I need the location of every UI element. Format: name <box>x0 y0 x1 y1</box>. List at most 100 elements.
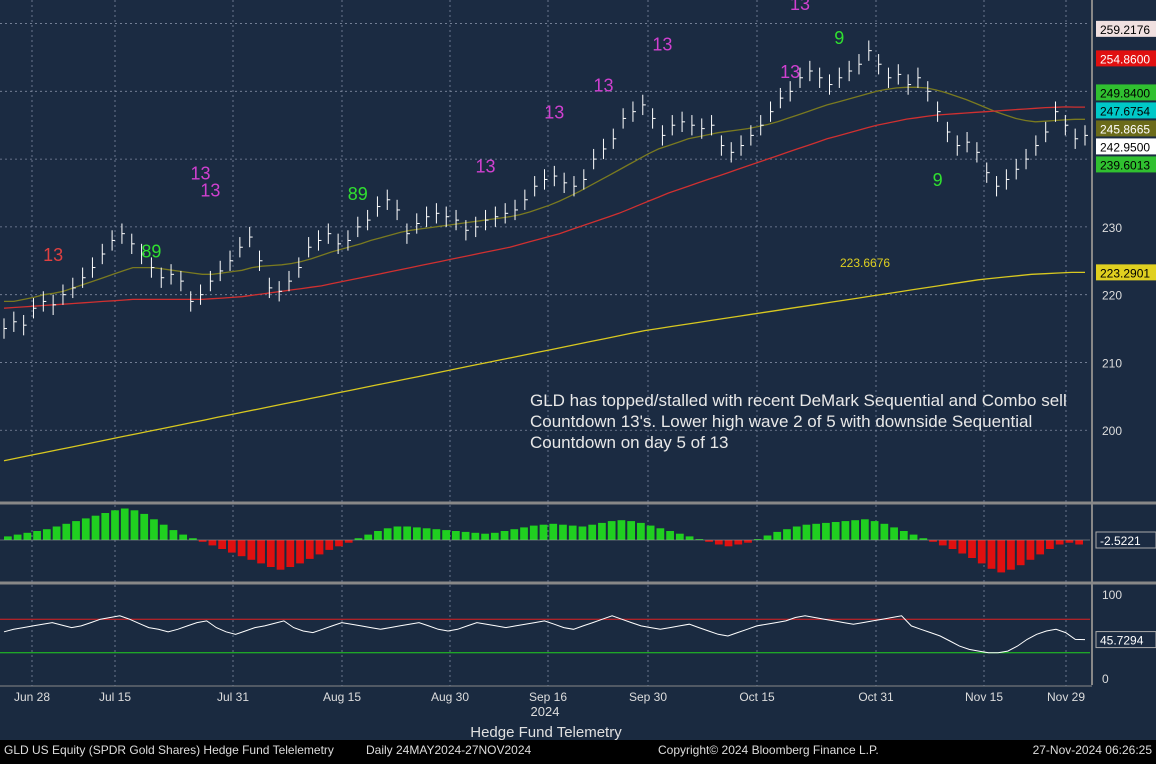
macd-bar <box>344 540 353 543</box>
macd-bar <box>403 526 412 540</box>
macd-bar <box>286 540 295 567</box>
macd-bar <box>880 523 889 540</box>
macd-bar <box>42 529 51 540</box>
macd-bar <box>325 540 334 550</box>
countdown-label: 13 <box>593 75 613 95</box>
macd-bar <box>471 532 480 540</box>
macd-bar <box>666 531 674 540</box>
price-axis-panel <box>1090 0 1156 500</box>
price-axis-badge-text: 254.8600 <box>1100 52 1150 66</box>
rsi-tick-label: 100 <box>1102 588 1122 602</box>
macd-bar <box>237 540 246 557</box>
x-tick-label: Aug 15 <box>323 690 361 704</box>
chart-root: 200 210 220 230 13 13 13 13 13 13 13 13 13 9 9 89 89 223… <box>0 0 1156 759</box>
countdown-label: 13 <box>43 245 63 265</box>
price-tick-label: 200 <box>1102 424 1122 438</box>
x-tick-label: Oct 15 <box>739 690 775 704</box>
macd-bar <box>72 521 80 540</box>
price-tick-label: 220 <box>1102 289 1122 303</box>
macd-bar <box>734 540 743 545</box>
macd-bar <box>656 528 665 540</box>
macd-bar <box>227 540 236 553</box>
macd-bar <box>841 521 850 540</box>
macd-bar <box>150 519 158 540</box>
countdown-label: 9 <box>933 170 943 190</box>
macd-bar <box>568 525 577 540</box>
macd-bar <box>1016 540 1025 566</box>
footer-timestamp: 27-Nov-2024 06:26:25 <box>1032 743 1152 757</box>
macd-bar <box>588 524 597 540</box>
macd-bar <box>948 540 957 549</box>
macd-bar <box>851 520 860 540</box>
macd-bar <box>1055 540 1064 545</box>
macd-bar <box>958 540 967 554</box>
macd-bar <box>909 534 918 540</box>
macd-bar <box>607 521 616 540</box>
macd-bar <box>549 523 558 540</box>
price-tick-label: 230 <box>1102 221 1122 235</box>
macd-bar <box>451 531 460 540</box>
macd-bar <box>266 540 275 567</box>
macd-bar <box>1026 540 1035 560</box>
x-tick-label: Jul 31 <box>217 690 249 704</box>
macd-bar <box>383 528 392 540</box>
macd-bar <box>861 519 869 540</box>
countdown-label: 13 <box>544 102 564 122</box>
macd-bar <box>831 522 840 540</box>
macd-bar <box>783 529 791 540</box>
x-tick-label: Sep 16 <box>529 690 567 704</box>
macd-bar <box>52 526 61 540</box>
chart-svg: 200210220230 131313131313131313998989223… <box>0 0 1156 759</box>
macd-bar <box>997 540 1006 573</box>
macd-bar <box>33 531 41 540</box>
macd-bar <box>442 530 450 540</box>
macd-bar <box>296 540 304 564</box>
macd-bar <box>422 528 431 540</box>
macd-bar <box>510 529 519 540</box>
macd-bar <box>393 526 402 540</box>
macd-bar <box>101 513 110 540</box>
macd-bar <box>890 527 898 540</box>
macd-bar <box>140 513 149 540</box>
rsi-badge-text: 45.7294 <box>1100 634 1144 648</box>
countdown-label: 13 <box>780 62 800 82</box>
macd-bar <box>62 523 71 540</box>
x-tick-label: Nov 29 <box>1047 690 1085 704</box>
x-tick-label: Jun 28 <box>14 690 50 704</box>
macd-bar <box>81 518 90 540</box>
macd-bar <box>1065 540 1074 543</box>
macd-bar <box>315 540 324 555</box>
macd-bar <box>120 508 129 540</box>
macd-bar <box>179 534 188 540</box>
footer-period: Daily 24MAY2024-27NOV2024 <box>366 743 532 757</box>
macd-bar <box>617 520 626 540</box>
macd-bar <box>938 540 947 546</box>
price-axis-badge-text: 242.9500 <box>1100 140 1150 154</box>
macd-bar <box>822 522 830 540</box>
x-tick-label: Aug 30 <box>431 690 469 704</box>
footer-center: Hedge Fund Telemetry <box>470 724 622 741</box>
macd-bar <box>812 523 821 540</box>
price-axis-badge-text: 259.2176 <box>1100 23 1150 37</box>
macd-bar <box>169 530 178 540</box>
macd-bar <box>305 540 314 559</box>
macd-bar <box>159 524 168 540</box>
countdown-label: 89 <box>141 241 161 261</box>
macd-bar <box>802 524 811 540</box>
macd-bar <box>461 531 470 540</box>
macd-bar <box>539 524 548 540</box>
macd-bar <box>520 527 528 540</box>
macd-bar <box>646 525 655 540</box>
macd-bar <box>208 540 217 546</box>
macd-bar <box>374 531 382 540</box>
chart-annotation: GLD has topped/stalled with recent DeMar… <box>530 391 1067 452</box>
x-tick-label: Sep 30 <box>629 690 667 704</box>
macd-bar <box>1007 540 1015 570</box>
macd-bar <box>432 529 441 540</box>
rsi-tick-label: 0 <box>1102 672 1109 686</box>
macd-badge-text: -2.5221 <box>1100 534 1141 548</box>
macd-bar <box>1075 540 1083 545</box>
macd-bar <box>490 532 499 540</box>
macd-bar <box>559 524 567 540</box>
macd-bar <box>714 540 723 545</box>
